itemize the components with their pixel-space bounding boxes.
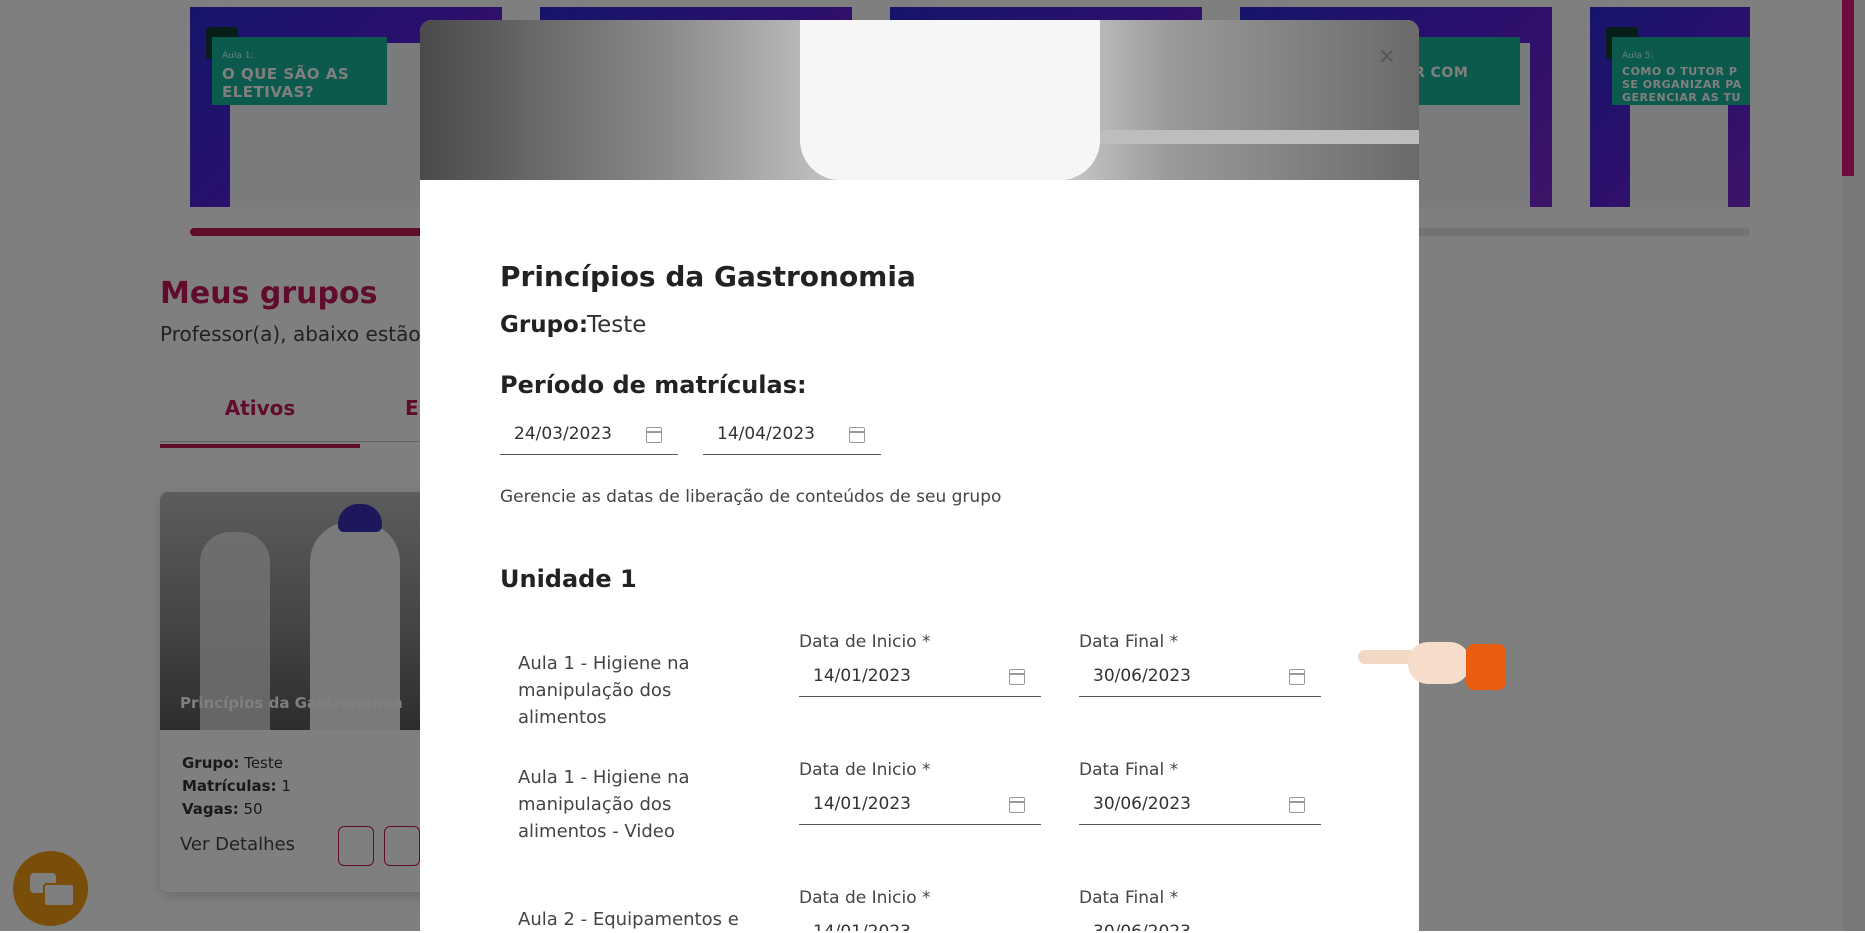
end-date-label: Data Final * xyxy=(1079,888,1179,908)
enrollment-start-field[interactable]: 24/03/2023 xyxy=(500,418,678,455)
unit-title: Unidade 1 xyxy=(500,565,637,593)
lesson-name: Aula 1 - Higiene na manipulação dos alim… xyxy=(518,767,690,842)
start-date-label: Data de Inicio * xyxy=(799,888,931,908)
modal-hero-image xyxy=(420,20,1419,180)
lesson-end-date-field[interactable]: 30/06/2023 xyxy=(1079,660,1321,697)
lesson-name: Aula 1 - Higiene na manipulação dos alim… xyxy=(518,653,690,728)
pointing-hand-icon xyxy=(1358,636,1508,696)
end-date-label: Data Final * xyxy=(1079,632,1179,652)
enrollment-period-label: Período de matrículas: xyxy=(500,371,807,399)
calendar-icon[interactable] xyxy=(849,427,865,443)
lesson-start-date-field[interactable]: 14/01/2023 xyxy=(799,788,1041,825)
start-date-label: Data de Inicio * xyxy=(799,632,931,652)
calendar-icon[interactable] xyxy=(1289,669,1305,685)
lesson-start-date-field[interactable]: 14/01/2023 xyxy=(799,660,1041,697)
calendar-icon[interactable] xyxy=(1009,669,1025,685)
page: Aula 1: O QUE SÃO AS ELETIVAS? R COM Aul… xyxy=(0,0,1865,931)
calendar-icon[interactable] xyxy=(646,427,662,443)
modal-group-value: Teste xyxy=(587,312,647,338)
modal-title: Princípios da Gastronomia xyxy=(500,260,916,293)
end-date-label: Data Final * xyxy=(1079,760,1179,780)
lesson-start-date-field[interactable]: 14/01/2023 xyxy=(799,916,1041,931)
calendar-icon[interactable] xyxy=(1009,797,1025,813)
modal-group-label: Grupo: xyxy=(500,312,589,338)
start-date-label: Data de Inicio * xyxy=(799,760,931,780)
lesson-end-date-field[interactable]: 30/06/2023 xyxy=(1079,916,1321,931)
lesson-end-date-field[interactable]: 30/06/2023 xyxy=(1079,788,1321,825)
close-icon[interactable]: × xyxy=(1376,46,1398,68)
enrollment-end-field[interactable]: 14/04/2023 xyxy=(703,418,881,455)
modal-description: Gerencie as datas de liberação de conteú… xyxy=(500,487,1002,507)
lesson-name: Aula 2 - Equipamentos e xyxy=(518,909,739,930)
calendar-icon[interactable] xyxy=(1289,797,1305,813)
